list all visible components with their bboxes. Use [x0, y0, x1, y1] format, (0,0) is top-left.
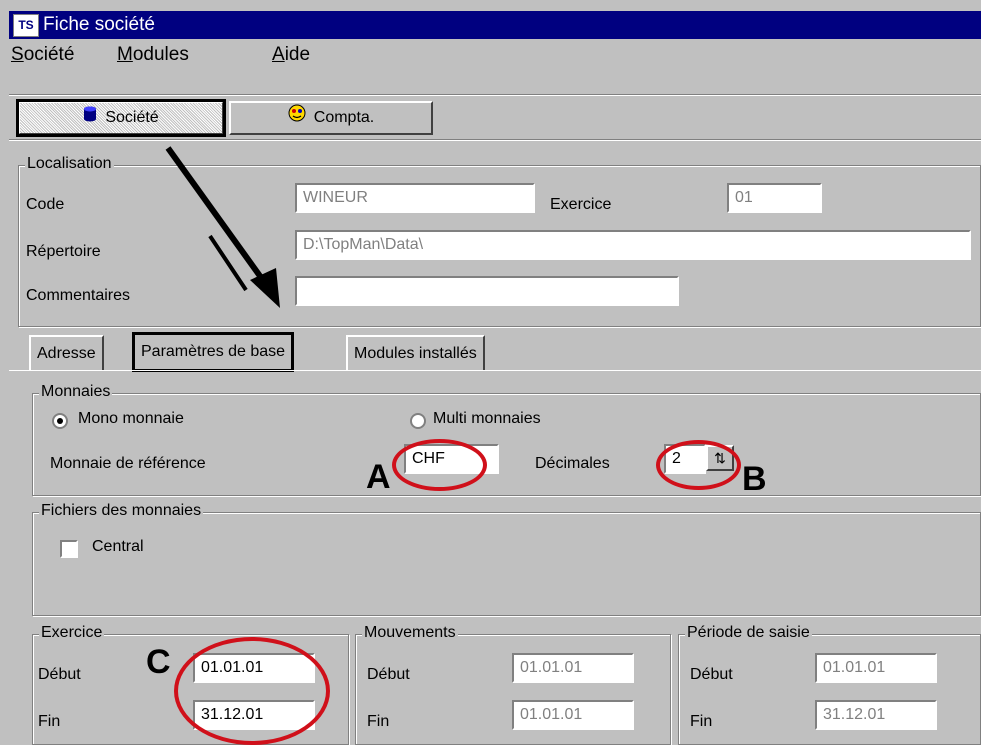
window-titlebar: TS Fiche société [9, 11, 981, 39]
mouvements-group-label: Mouvements [362, 624, 458, 642]
fichiers-monnaies-group-label: Fichiers des monnaies [39, 502, 204, 520]
menubar: Société Modules Aide [9, 40, 981, 90]
menu-modules-rest: odules [132, 44, 189, 65]
database-icon [83, 103, 97, 133]
menu-modules[interactable]: Modules [117, 44, 189, 66]
compta-button[interactable]: Compta. [229, 101, 433, 135]
menu-aide-mnemonic: A [272, 44, 285, 65]
tab-adresse[interactable]: Adresse [29, 335, 104, 370]
localisation-group-label: Localisation [25, 155, 114, 173]
periode-fin-label: Fin [690, 713, 713, 730]
annotation-letter-a: A [366, 458, 391, 496]
decimales-spinner-button[interactable]: ⇅ [706, 445, 734, 471]
repertoire-field[interactable]: D:\TopMan\Data\ [295, 230, 971, 260]
tab-parametres-de-base[interactable]: Paramètres de base [131, 332, 295, 372]
window-title: Fiche société [43, 14, 155, 35]
exercice-fin-label: Fin [38, 713, 61, 730]
menu-aide[interactable]: Aide [272, 44, 310, 66]
societe-button-label: Société [105, 109, 159, 126]
periode-saisie-group-label: Période de saisie [685, 624, 812, 642]
periode-debut-label: Début [690, 666, 733, 683]
menu-aide-rest: ide [284, 44, 311, 65]
decimales-label: Décimales [535, 455, 610, 472]
exercice-debut-field[interactable]: 01.01.01 [193, 653, 315, 683]
exercice-field[interactable]: 01 [727, 183, 822, 213]
monnaies-group: Monnaies [32, 383, 981, 496]
exercice-debut-label: Début [38, 666, 81, 683]
menu-societe[interactable]: Société [11, 44, 74, 66]
exercice-group-label: Exercice [39, 624, 105, 642]
menu-modules-mnemonic: M [117, 44, 133, 65]
multi-monnaies-radio[interactable] [410, 413, 426, 429]
exercice-label: Exercice [550, 196, 612, 213]
commentaires-field[interactable] [295, 276, 679, 306]
menu-societe-rest: ociété [23, 44, 75, 65]
central-checkbox[interactable] [60, 540, 78, 558]
mouvements-debut-label: Début [367, 666, 410, 683]
menu-societe-mnemonic: S [11, 44, 24, 65]
menu-separator [9, 94, 981, 96]
repertoire-label: Répertoire [26, 243, 101, 260]
annotation-letter-c: C [146, 643, 171, 681]
compta-button-label: Compta. [313, 109, 375, 126]
monnaie-reference-label: Monnaie de référence [50, 455, 206, 472]
periode-debut-field[interactable]: 01.01.01 [815, 653, 937, 683]
commentaires-label: Commentaires [26, 287, 131, 304]
radio-selected-dot [57, 418, 63, 424]
tab-baseline [9, 370, 981, 371]
fichiers-monnaies-group: Fichiers des monnaies [32, 502, 981, 616]
monnaie-reference-field[interactable]: CHF [404, 444, 499, 474]
mono-monnaie-radio[interactable] [52, 413, 68, 429]
mouvements-debut-field[interactable]: 01.01.01 [512, 653, 634, 683]
exercice-fin-field[interactable]: 31.12.01 [193, 700, 315, 730]
spinner-arrows-icon: ⇅ [714, 450, 726, 466]
mono-monnaie-label: Mono monnaie [78, 410, 184, 427]
app-icon[interactable]: TS [13, 14, 39, 37]
monnaies-group-label: Monnaies [39, 383, 113, 401]
tabstrip: Adresse Paramètres de base Modules insta… [9, 332, 981, 372]
annotation-letter-b: B [742, 460, 767, 498]
mouvements-fin-label: Fin [367, 713, 390, 730]
tab-modules-installes[interactable]: Modules installés [346, 335, 485, 370]
societe-button[interactable]: Société [16, 99, 226, 137]
central-label: Central [92, 538, 144, 555]
compta-icon [288, 103, 306, 133]
mouvements-fin-field[interactable]: 01.01.01 [512, 700, 634, 730]
code-label: Code [26, 196, 65, 213]
periode-fin-field[interactable]: 31.12.01 [815, 700, 937, 730]
code-field[interactable]: WINEUR [295, 183, 535, 213]
decimales-field[interactable]: 2 [664, 444, 706, 474]
annotation-arrow [165, 146, 280, 308]
multi-monnaies-label: Multi monnaies [433, 410, 541, 427]
